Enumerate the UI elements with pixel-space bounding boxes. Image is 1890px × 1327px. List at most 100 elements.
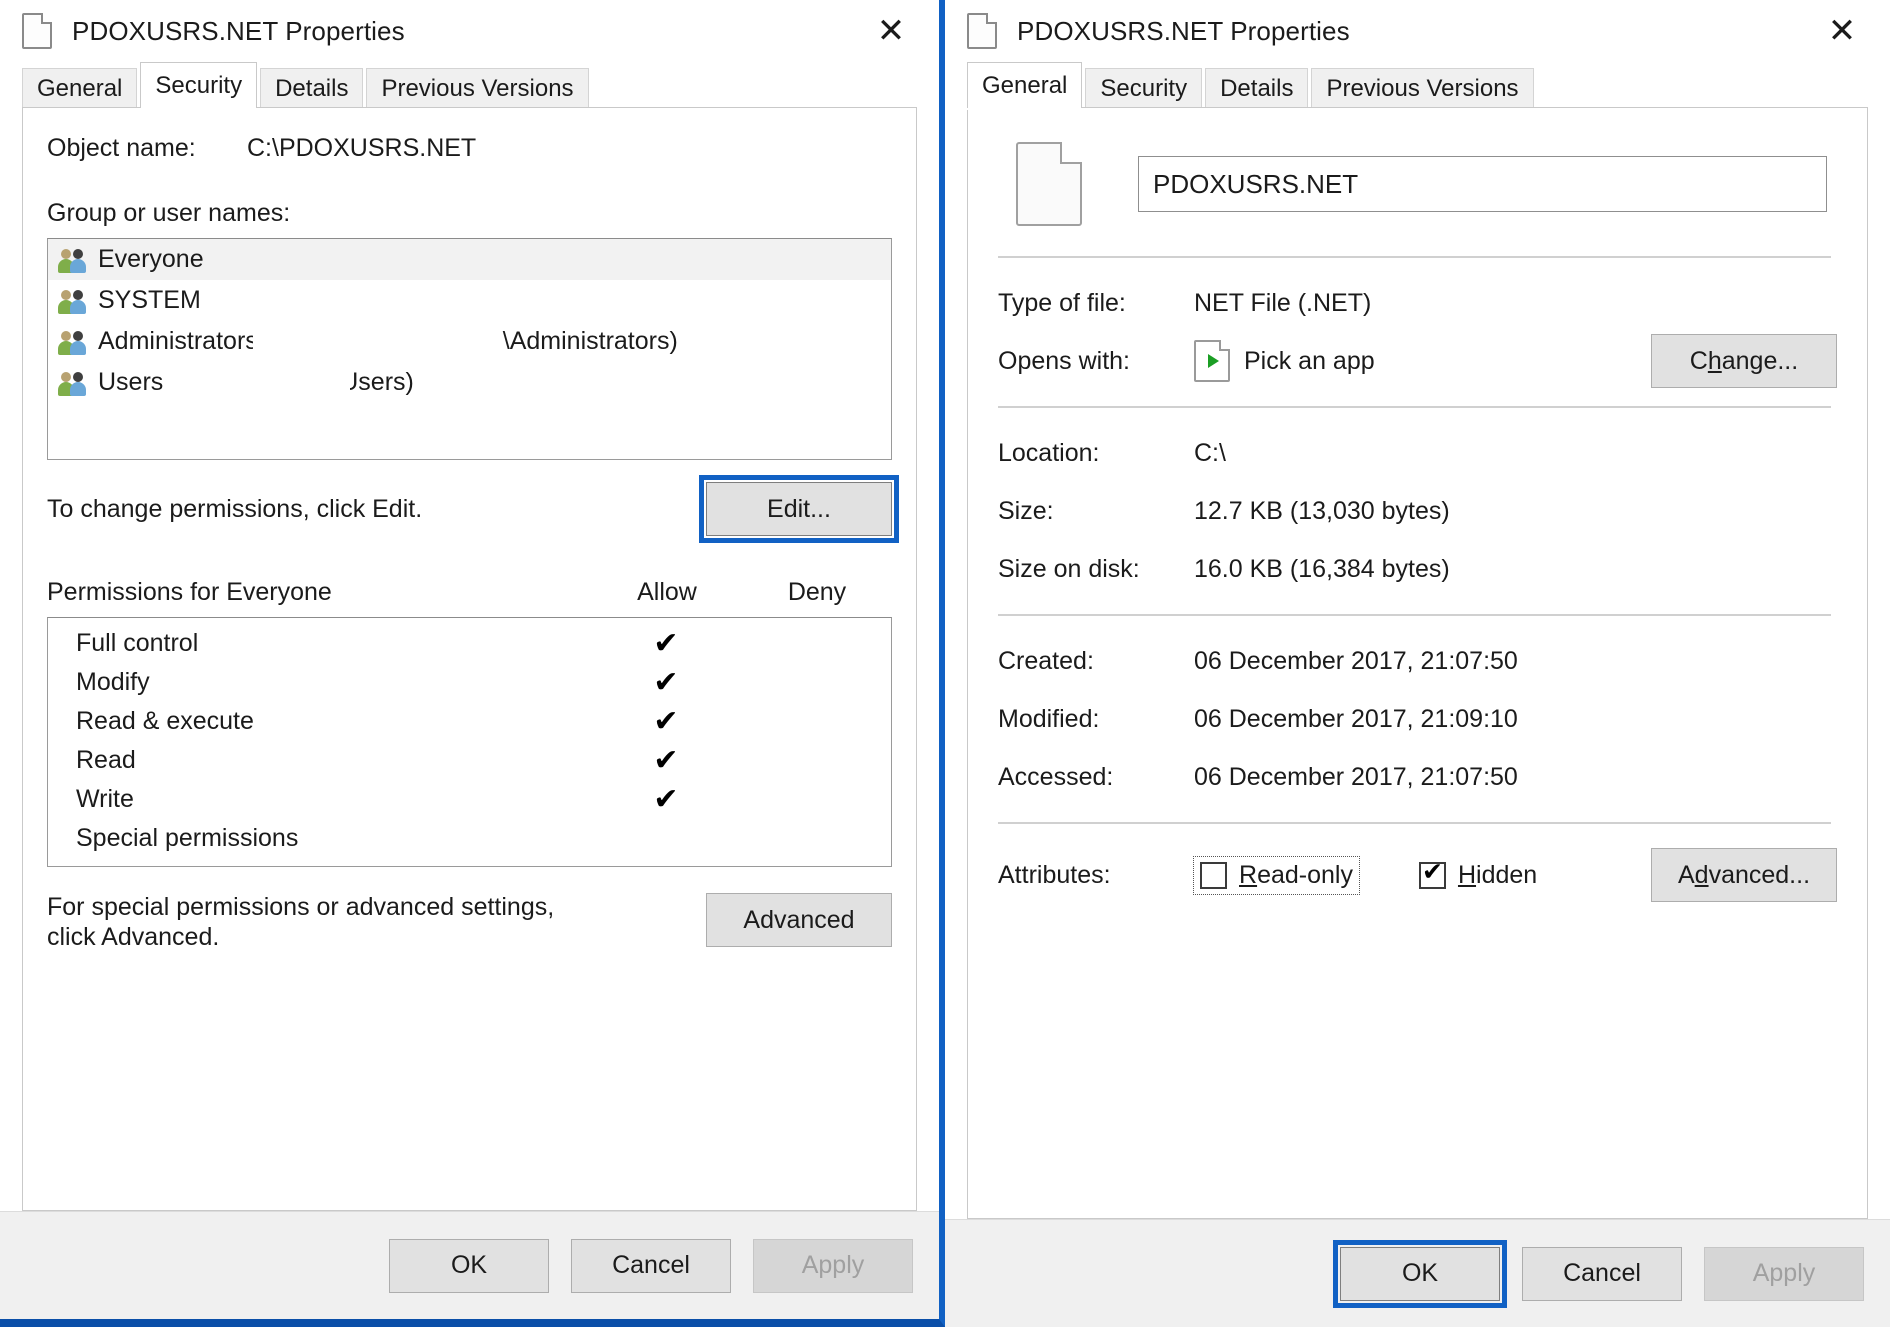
permissions-header-row: Permissions for Everyone Allow Deny [47, 578, 892, 607]
change-button-post: ange... [1721, 346, 1799, 375]
location-row: Location: C:\ [998, 424, 1837, 482]
advanced-button[interactable]: Ad vanced... [1651, 848, 1837, 902]
tab-details[interactable]: Details [1205, 68, 1309, 108]
right-tabstrip: General Security Details Previous Versio… [945, 62, 1890, 108]
ok-button[interactable]: OK [1333, 1239, 1507, 1308]
ok-button[interactable]: OK [389, 1238, 549, 1293]
close-icon[interactable]: ✕ [1820, 9, 1864, 53]
file-name-input[interactable]: PDOXUSRS.NET [1138, 156, 1827, 212]
checkbox-box [1418, 857, 1446, 889]
hidden-label-accel: H [1457, 860, 1477, 889]
permission-name: Read & execute [76, 707, 254, 735]
created-value: 06 December 2017, 21:07:50 [1194, 646, 1518, 675]
tab-general[interactable]: General [22, 68, 138, 108]
close-icon[interactable]: ✕ [869, 9, 913, 53]
opens-with-value: Pick an app [1244, 346, 1375, 375]
list-item-label: Everyone [98, 245, 204, 273]
table-row[interactable]: Write ✔ [48, 780, 891, 819]
left-dialog-button-row: OK Cancel Apply [0, 1211, 939, 1319]
permissions-listbox[interactable]: Full control ✔ Modify ✔ Read & execute ✔ [47, 617, 892, 867]
left-tabstrip: General Security Details Previous Versio… [0, 62, 939, 108]
change-button[interactable]: Ch ange... [1651, 334, 1837, 388]
right-dialog-titlebar: PDOXUSRS.NET Properties ✕ [945, 0, 1890, 62]
advanced-button-accel: d [1694, 860, 1709, 889]
left-dialog-title: PDOXUSRS.NET Properties [72, 15, 405, 46]
table-row[interactable]: Read ✔ [48, 741, 891, 780]
advanced-button-pre: A [1677, 860, 1695, 889]
size-on-disk-label: Size on disk: [998, 554, 1140, 583]
divider [998, 406, 1831, 408]
table-row[interactable]: Full control ✔ [48, 624, 891, 663]
advanced-button[interactable]: Advanced [706, 893, 892, 947]
size-value: 12.7 KB (13,030 bytes) [1194, 496, 1450, 525]
cancel-button[interactable]: Cancel [571, 1238, 731, 1293]
file-icon [967, 13, 997, 49]
right-dialog-title: PDOXUSRS.NET Properties [1017, 15, 1350, 46]
readonly-checkbox[interactable]: Read-only [1193, 855, 1360, 895]
allow-check: ✔ [653, 625, 679, 661]
change-permissions-row: To change permissions, click Edit. Edit.… [47, 475, 899, 543]
tab-previous-versions[interactable]: Previous Versions [366, 68, 589, 108]
created-row: Created: 06 December 2017, 21:07:50 [998, 632, 1837, 690]
type-of-file-row: Type of file: NET File (.NET) [998, 274, 1837, 332]
tab-previous-versions[interactable]: Previous Versions [1311, 68, 1534, 108]
object-name-row: Object name: C:\PDOXUSRS.NET [47, 134, 892, 163]
allow-check: ✔ [653, 781, 679, 817]
hidden-label: Hidden [1458, 861, 1537, 890]
users-group-icon [58, 247, 88, 273]
list-item-label: Administrators [98, 327, 258, 355]
permission-name: Special permissions [76, 824, 299, 852]
modified-value: 06 December 2017, 21:09:10 [1194, 704, 1518, 733]
tab-general[interactable]: General [967, 62, 1083, 108]
tab-security[interactable]: Security [1085, 68, 1203, 108]
size-on-disk-row: Size on disk: 16.0 KB (16,384 bytes) [998, 540, 1837, 598]
cancel-button[interactable]: Cancel [1522, 1246, 1682, 1301]
checkbox-box [1200, 861, 1227, 889]
left-properties-dialog: PDOXUSRS.NET Properties ✕ General Securi… [0, 0, 945, 1327]
users-group-icon [58, 370, 88, 396]
group-or-user-names-label: Group or user names: [47, 199, 291, 227]
list-item[interactable]: Everyone [48, 239, 891, 280]
modified-row: Modified: 06 December 2017, 21:09:10 [998, 690, 1837, 748]
tab-details[interactable]: Details [260, 68, 364, 108]
left-dialog-titlebar: PDOXUSRS.NET Properties ✕ [0, 0, 939, 62]
readonly-label: Read-only [1239, 861, 1353, 890]
file-icon [22, 13, 52, 49]
advanced-hint: For special permissions or advanced sett… [47, 893, 554, 952]
pick-an-app-icon [1194, 340, 1230, 382]
object-name-value: C:\PDOXUSRS.NET [247, 134, 477, 162]
allow-check: ✔ [653, 742, 679, 778]
advanced-hint-line-1: For special permissions or advanced sett… [47, 893, 555, 921]
table-row[interactable]: Special permissions [48, 819, 891, 858]
permission-name: Read [76, 746, 136, 774]
users-group-icon [58, 288, 88, 314]
users-group-icon [58, 329, 88, 355]
change-button-accel: h [1707, 346, 1722, 375]
table-row[interactable]: Read & execute ✔ [48, 702, 891, 741]
divider [998, 822, 1831, 824]
edit-button[interactable]: Edit... [699, 475, 899, 543]
readonly-label-post: ead-only [1257, 860, 1353, 889]
permissions-for-label: Permissions for Everyone [47, 578, 332, 606]
allow-check: ✔ [653, 703, 679, 739]
readonly-label-pre: R [1239, 860, 1258, 889]
properties-dialogs-screen: PDOXUSRS.NET Properties ✕ General Securi… [0, 0, 1890, 1327]
general-tab-panel: PDOXUSRS.NET Type of file: NET File (.NE… [967, 107, 1868, 1219]
advanced-hint-line-2: click Advanced. [47, 922, 220, 951]
list-item-suffix: \Administrators) [502, 327, 678, 355]
allow-column-header: Allow [637, 578, 697, 606]
created-label: Created: [998, 646, 1094, 675]
permission-name: Write [76, 785, 134, 813]
permission-name: Modify [76, 668, 150, 696]
type-of-file-value: NET File (.NET) [1194, 288, 1372, 317]
hidden-checkbox[interactable]: Hidden [1413, 857, 1543, 894]
accessed-label: Accessed: [998, 762, 1114, 791]
table-row[interactable]: Modify ✔ [48, 663, 891, 702]
tab-security[interactable]: Security [140, 62, 258, 108]
list-item[interactable]: SYSTEM [48, 280, 891, 321]
location-value: C:\ [1194, 438, 1226, 467]
opens-with-label: Opens with: [998, 346, 1131, 375]
advanced-settings-row: For special permissions or advanced sett… [47, 893, 892, 952]
group-user-listbox[interactable]: Everyone SYSTEM Administrators \Administ… [47, 238, 892, 460]
object-name-label: Object name: [47, 134, 196, 162]
